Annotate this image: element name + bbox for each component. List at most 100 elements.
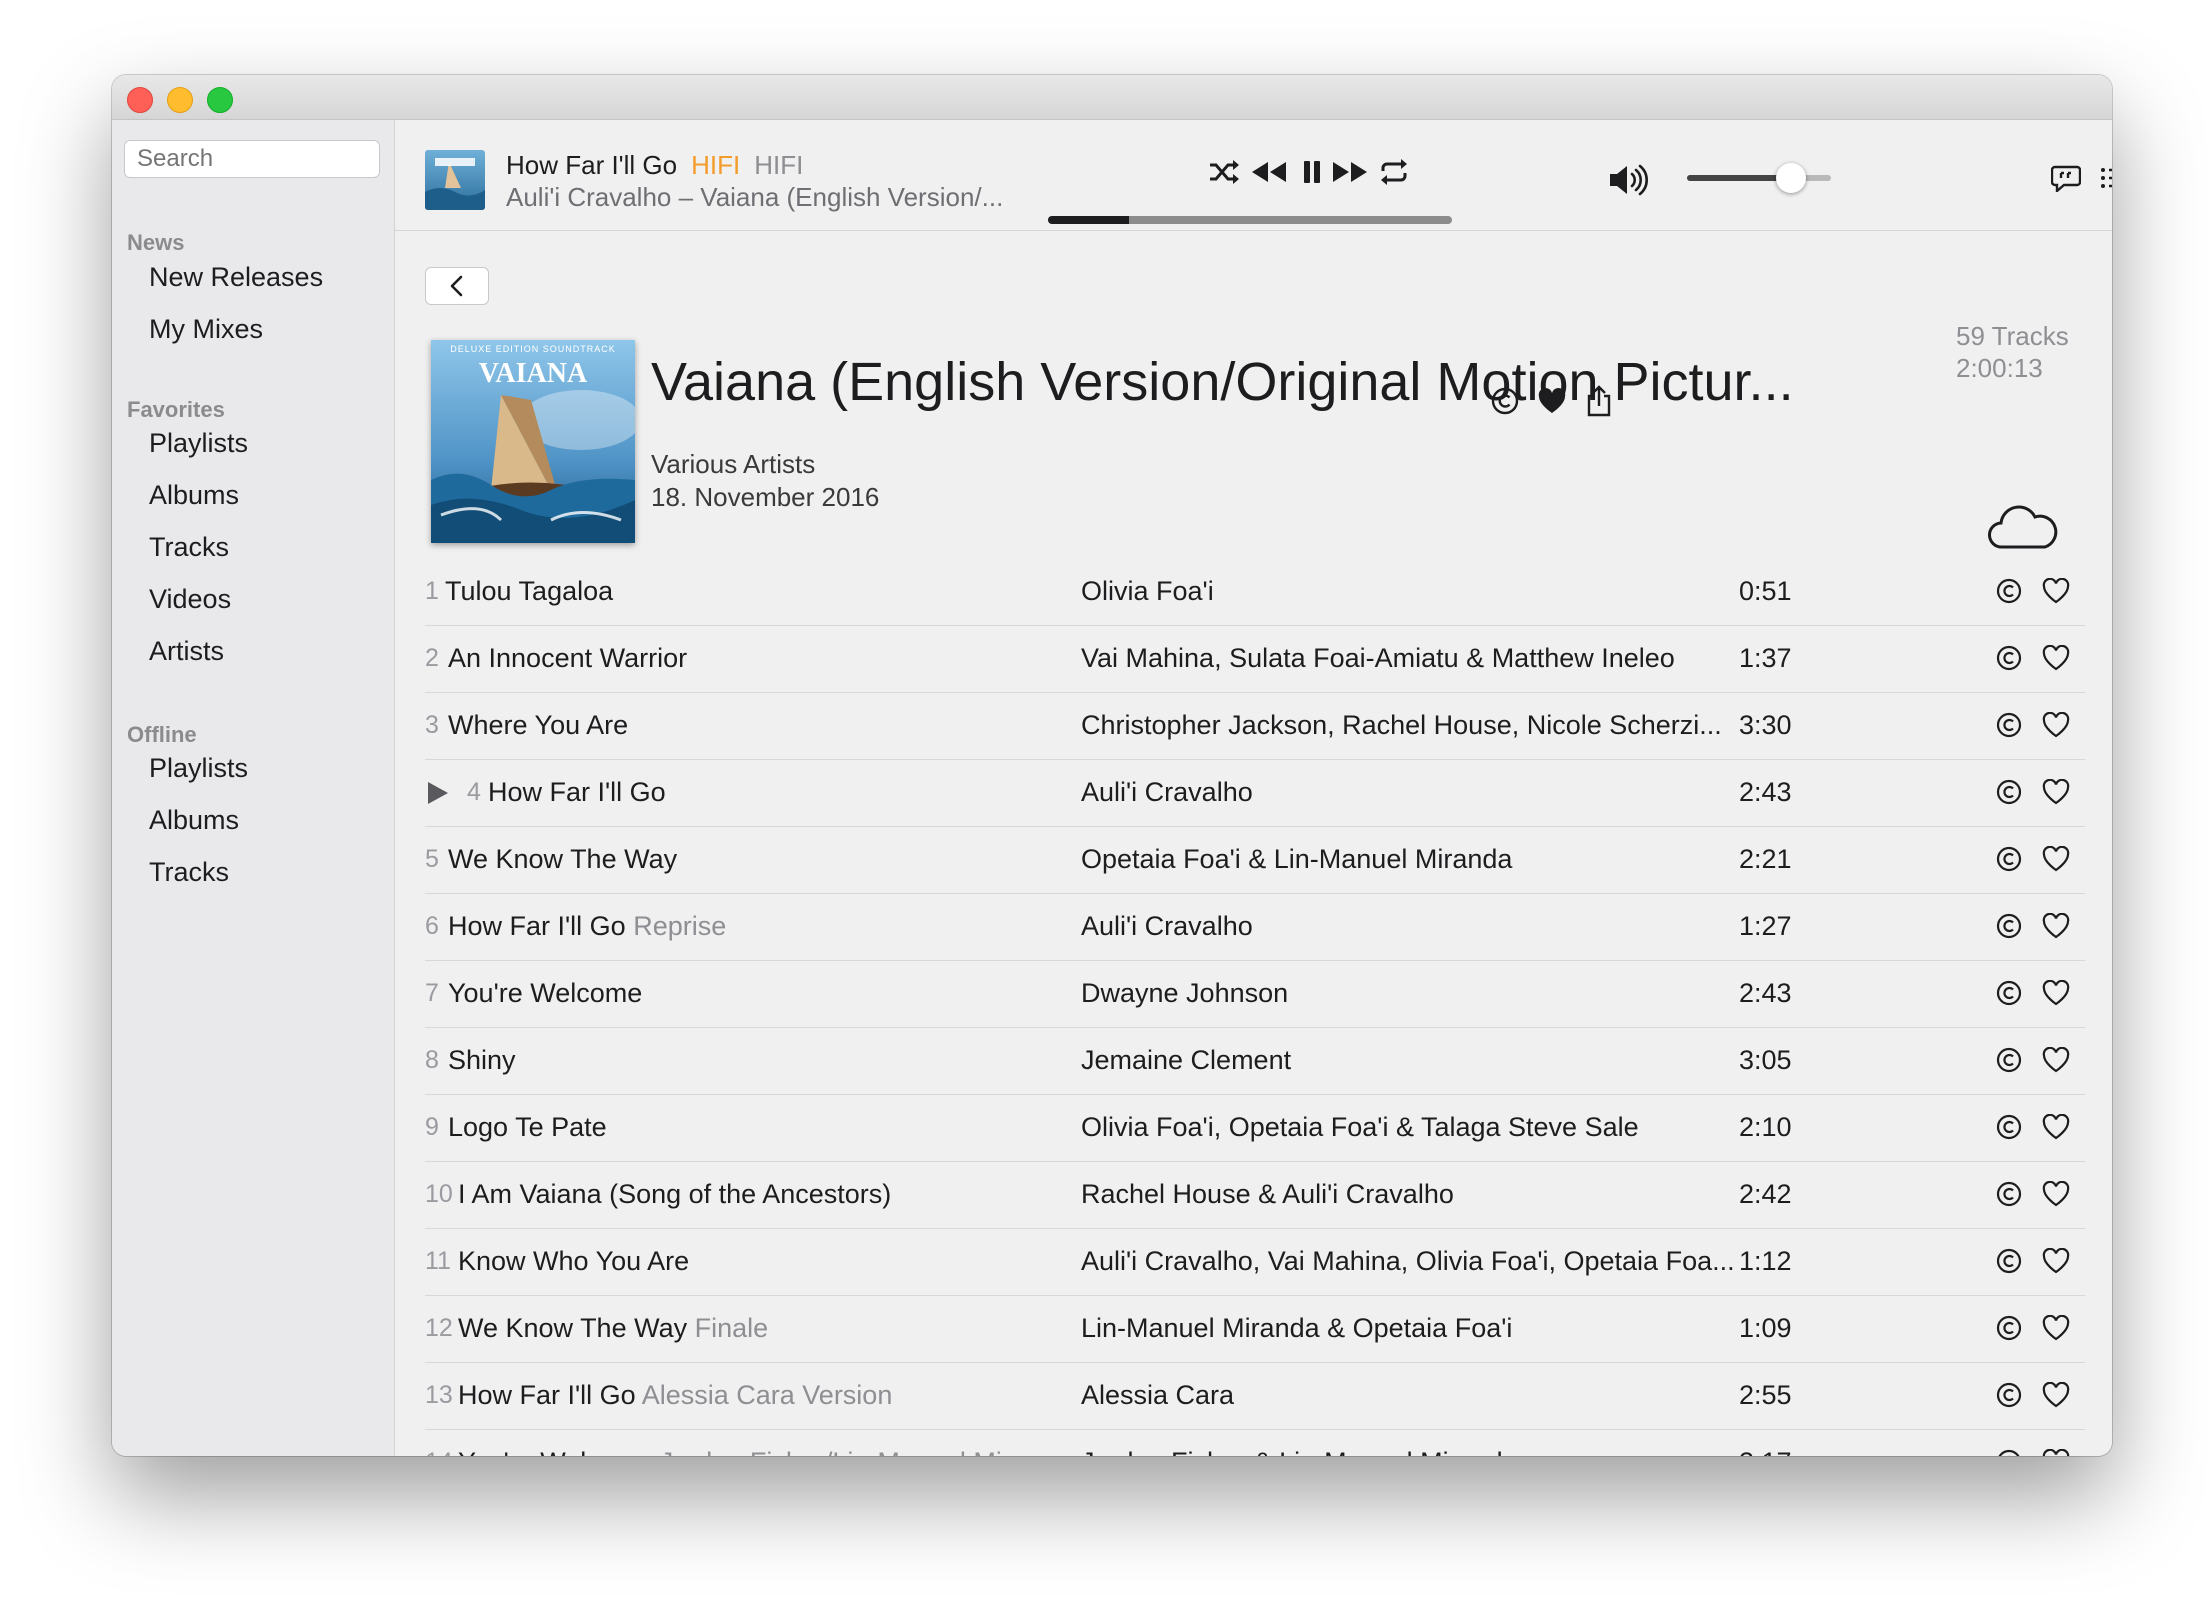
zoom-window-button[interactable] xyxy=(207,87,233,113)
copyright-icon[interactable] xyxy=(1993,1312,2025,1344)
album-cover-art[interactable]: DELUXE EDITION SOUNDTRACK VAIANA xyxy=(431,340,635,543)
back-button[interactable] xyxy=(425,267,489,305)
track-number: 5 xyxy=(425,845,439,873)
favorite-heart-icon[interactable] xyxy=(2040,709,2072,741)
favorite-heart-icon[interactable] xyxy=(2040,776,2072,808)
track-artist[interactable]: Olivia Foa'i xyxy=(1081,576,1214,607)
sidebar-item-favorite-playlists[interactable]: Playlists xyxy=(149,428,248,459)
playback-progress-bar[interactable] xyxy=(1048,216,1452,224)
favorite-heart-icon[interactable] xyxy=(2040,1245,2072,1277)
track-row[interactable]: 2 An Innocent Warrior Vai Mahina, Sulata F… xyxy=(425,626,2085,693)
cloud-download-icon[interactable] xyxy=(1988,501,2058,553)
track-artist[interactable]: Jemaine Clement xyxy=(1081,1045,1291,1076)
copyright-icon[interactable] xyxy=(1993,1245,2025,1277)
copyright-icon[interactable] xyxy=(1993,1379,2025,1411)
favorite-heart-icon[interactable] xyxy=(2040,575,2072,607)
track-row[interactable]: 8 Shiny Jemaine Clement 3:05 xyxy=(425,1028,2085,1095)
track-duration: 1:37 xyxy=(1739,643,1792,673)
track-row[interactable]: 11 Know Who You Are Auli'i Cravalho, Vai M… xyxy=(425,1229,2085,1296)
favorite-heart-icon[interactable] xyxy=(2040,843,2072,875)
search-input[interactable] xyxy=(124,140,380,178)
track-artist[interactable]: Christopher Jackson, Rachel House, Nicol… xyxy=(1081,710,1722,741)
queue-icon[interactable] xyxy=(2095,158,2112,198)
track-artist[interactable]: Alessia Cara xyxy=(1081,1380,1234,1411)
track-artist[interactable]: Lin-Manuel Miranda & Opetaia Foa'i xyxy=(1081,1313,1512,1344)
track-row[interactable]: 5 We Know The Way Opetaia Foa'i & Lin-Manu… xyxy=(425,827,2085,894)
track-row[interactable]: 13 How Far I'll Go Alessia Cara Version Al… xyxy=(425,1363,2085,1430)
track-artist[interactable]: Vai Mahina, Sulata Foai-Amiatu & Matthew… xyxy=(1081,643,1675,674)
track-artist[interactable]: Jordan Fisher & Lin-Manuel Miranda xyxy=(1081,1447,1518,1456)
favorite-heart-icon[interactable] xyxy=(2040,1044,2072,1076)
sidebar-item-favorite-artists[interactable]: Artists xyxy=(149,636,224,667)
now-playing-cover-art[interactable] xyxy=(425,150,485,210)
album-view: DELUXE EDITION SOUNDTRACK VAIANA Vaiana … xyxy=(395,231,2112,1456)
volume-slider-knob[interactable] xyxy=(1775,163,1806,193)
track-artist[interactable]: Auli'i Cravalho xyxy=(1081,911,1253,942)
track-row[interactable]: 7 You're Welcome Dwayne Johnson 2:43 xyxy=(425,961,2085,1028)
volume-slider-track[interactable] xyxy=(1687,175,1831,181)
sidebar-item-offline-albums[interactable]: Albums xyxy=(149,805,239,836)
favorite-album-heart-icon[interactable] xyxy=(1535,384,1569,418)
track-artist[interactable]: Rachel House & Auli'i Cravalho xyxy=(1081,1179,1454,1210)
track-row[interactable]: 1 Tulou Tagaloa Olivia Foa'i 0:51 xyxy=(425,559,2085,626)
previous-icon[interactable] xyxy=(1249,152,1289,192)
copyright-icon[interactable] xyxy=(1993,910,2025,942)
favorite-heart-icon[interactable] xyxy=(2040,977,2072,1009)
copyright-icon[interactable] xyxy=(1993,575,2025,607)
pause-icon[interactable] xyxy=(1292,152,1332,192)
track-row[interactable]: 9 Logo Te Pate Olivia Foa'i, Opetaia Foa'i… xyxy=(425,1095,2085,1162)
copyright-icon[interactable] xyxy=(1993,843,2025,875)
close-window-button[interactable] xyxy=(127,87,153,113)
sidebar-item-new-releases[interactable]: New Releases xyxy=(149,262,323,293)
lyrics-icon[interactable] xyxy=(2046,158,2086,198)
sidebar-item-my-mixes[interactable]: My Mixes xyxy=(149,314,263,345)
favorite-heart-icon[interactable] xyxy=(2040,1178,2072,1210)
album-artist[interactable]: Various Artists xyxy=(651,449,815,480)
next-icon[interactable] xyxy=(1330,152,1370,192)
track-artist[interactable]: Auli'i Cravalho xyxy=(1081,777,1253,808)
favorite-heart-icon[interactable] xyxy=(2040,1446,2072,1456)
copyright-icon[interactable] xyxy=(1993,1111,2025,1143)
track-row[interactable]: 6 How Far I'll Go Reprise Auli'i Cravalho 1… xyxy=(425,894,2085,961)
track-artist[interactable]: Auli'i Cravalho, Vai Mahina, Olivia Foa'… xyxy=(1081,1246,1735,1277)
favorite-heart-icon[interactable] xyxy=(2040,642,2072,674)
track-number: 10 xyxy=(425,1180,453,1208)
track-artist[interactable]: Olivia Foa'i, Opetaia Foa'i & Talaga Ste… xyxy=(1081,1112,1639,1143)
track-row[interactable]: 12 We Know The Way Finale Lin-Manuel Miran… xyxy=(425,1296,2085,1363)
sidebar-item-favorite-videos[interactable]: Videos xyxy=(149,584,231,615)
track-row[interactable]: 10 I Am Vaiana (Song of the Ancestors) Rac… xyxy=(425,1162,2085,1229)
track-duration: 2:10 xyxy=(1739,1112,1792,1142)
repeat-icon[interactable] xyxy=(1374,152,1414,192)
track-row[interactable]: 14 You're Welcome Jordan Fisher/Lin-Manue… xyxy=(425,1430,2085,1456)
favorite-heart-icon[interactable] xyxy=(2040,910,2072,942)
track-duration: 0:51 xyxy=(1739,576,1792,606)
track-title: We Know The Way Finale xyxy=(458,1313,768,1344)
track-row[interactable]: 4 How Far I'll Go Auli'i Cravalho 2:43 xyxy=(425,760,2085,827)
sidebar-item-favorite-tracks[interactable]: Tracks xyxy=(149,532,229,563)
track-version: Alessia Cara Version xyxy=(641,1380,893,1410)
track-row[interactable]: 3 Where You Are Christopher Jackson, Rache… xyxy=(425,693,2085,760)
copyright-icon[interactable] xyxy=(1993,709,2025,741)
favorite-heart-icon[interactable] xyxy=(2040,1312,2072,1344)
sidebar-item-offline-playlists[interactable]: Playlists xyxy=(149,753,248,784)
now-playing-subtitle[interactable]: Auli'i Cravalho – Vaiana (English Versio… xyxy=(506,182,1003,213)
track-artist[interactable]: Opetaia Foa'i & Lin-Manuel Miranda xyxy=(1081,844,1512,875)
favorite-heart-icon[interactable] xyxy=(2040,1379,2072,1411)
track-artist[interactable]: Dwayne Johnson xyxy=(1081,978,1288,1009)
copyright-icon[interactable] xyxy=(1993,642,2025,674)
shuffle-icon[interactable] xyxy=(1205,152,1245,192)
copyright-icon[interactable] xyxy=(1993,977,2025,1009)
share-icon[interactable] xyxy=(1582,384,1616,418)
copyright-icon[interactable] xyxy=(1993,1044,2025,1076)
minimize-window-button[interactable] xyxy=(167,87,193,113)
volume-icon[interactable] xyxy=(1607,160,1651,200)
copyright-icon[interactable] xyxy=(1993,776,2025,808)
track-number: 7 xyxy=(425,979,439,1007)
copyright-icon[interactable] xyxy=(1488,384,1522,418)
copyright-icon[interactable] xyxy=(1993,1446,2025,1456)
sidebar-item-favorite-albums[interactable]: Albums xyxy=(149,480,239,511)
favorite-heart-icon[interactable] xyxy=(2040,1111,2072,1143)
copyright-icon[interactable] xyxy=(1993,1178,2025,1210)
sidebar-item-offline-tracks[interactable]: Tracks xyxy=(149,857,229,888)
track-version: Jordan Fisher/Lin-Manuel Mira... xyxy=(660,1447,1049,1456)
